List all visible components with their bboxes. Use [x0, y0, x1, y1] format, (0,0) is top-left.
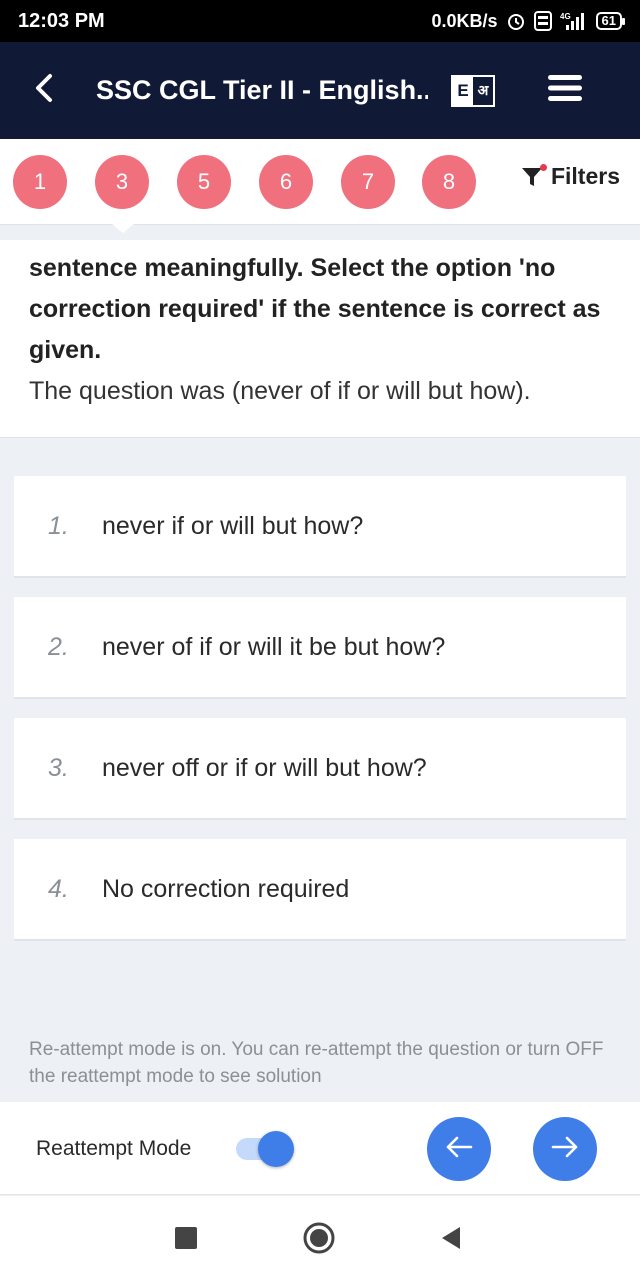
status-time: 12:03 PM — [18, 9, 105, 32]
option-text: never of if or will it be but how? — [102, 632, 446, 661]
battery-indicator: 61 — [595, 12, 626, 30]
status-right: 0.0KB/s 4G 61 — [431, 10, 626, 32]
language-toggle-icon: E अ — [451, 74, 495, 107]
page-title: SSC CGL Tier II - English... — [96, 75, 428, 105]
answer-option[interactable]: 1. never if or will but how? — [14, 476, 626, 578]
option-number: 2. — [48, 632, 69, 661]
menu-button[interactable] — [540, 66, 590, 116]
signal-icon: 4G — [560, 11, 588, 31]
previous-question-button[interactable] — [427, 1117, 491, 1181]
triangle-back-icon — [440, 1226, 462, 1255]
app-bar: SSC CGL Tier II - English... E अ — [0, 42, 640, 139]
filters-button[interactable]: Filters — [521, 163, 620, 190]
question-number-button[interactable]: 1 — [13, 155, 67, 209]
lang-english-label: E — [453, 76, 473, 105]
question-navigator: 1 3 5 6 7 8 Filters — [0, 139, 640, 233]
reattempt-mode-toggle[interactable] — [236, 1130, 296, 1168]
filter-icon — [521, 163, 547, 188]
arrow-left-icon — [444, 1135, 474, 1164]
answer-option[interactable]: 3. never off or if or will but how? — [14, 718, 626, 820]
lang-hindi-label: अ — [477, 82, 489, 99]
reattempt-mode-label: Reattempt Mode — [36, 1137, 192, 1160]
next-question-button[interactable] — [533, 1117, 597, 1181]
bottom-bar: Reattempt Mode — [0, 1102, 640, 1195]
recent-apps-button[interactable] — [166, 1220, 206, 1260]
svg-text:4G: 4G — [560, 12, 571, 21]
answer-option[interactable]: 2. never of if or will it be but how? — [14, 597, 626, 699]
circle-home-icon — [302, 1221, 336, 1260]
option-text: never if or will but how? — [102, 511, 364, 540]
home-button[interactable] — [299, 1220, 339, 1260]
hamburger-menu-icon — [548, 75, 582, 106]
system-back-button[interactable] — [431, 1220, 471, 1260]
arrow-right-icon — [550, 1135, 580, 1164]
question-number-button[interactable]: 7 — [341, 155, 395, 209]
option-number: 3. — [48, 753, 69, 782]
back-button[interactable] — [16, 63, 72, 119]
option-number: 1. — [48, 511, 69, 540]
option-text: No correction required — [102, 874, 350, 903]
system-navigation-bar — [0, 1196, 640, 1280]
question-number-button[interactable]: 5 — [177, 155, 231, 209]
language-toggle-button[interactable]: E अ — [450, 68, 496, 114]
reattempt-note: Re-attempt mode is on. You can re-attemp… — [29, 1039, 604, 1087]
net-speed: 0.0KB/s — [431, 10, 498, 31]
question-card: sentence meaningfully. Select the option… — [0, 240, 640, 438]
active-question-caret — [111, 223, 135, 233]
back-arrow-icon — [32, 73, 56, 108]
question-number-button[interactable]: 6 — [259, 155, 313, 209]
toggle-knob — [258, 1131, 294, 1167]
option-number: 4. — [48, 874, 69, 903]
alarm-icon — [506, 11, 526, 31]
question-sentence: The question was (never of if or will bu… — [29, 377, 531, 405]
question-instruction: sentence meaningfully. Select the option… — [29, 254, 601, 364]
answer-option[interactable]: 4. No correction required — [14, 839, 626, 941]
filters-label: Filters — [550, 163, 620, 189]
square-icon — [175, 1226, 197, 1254]
volte-icon — [533, 11, 552, 31]
status-bar: 12:03 PM 0.0KB/s 4G 61 — [0, 0, 640, 42]
question-number-button[interactable]: 8 — [422, 155, 476, 209]
question-number-button[interactable]: 3 — [95, 155, 149, 209]
option-text: never off or if or will but how? — [102, 753, 427, 782]
